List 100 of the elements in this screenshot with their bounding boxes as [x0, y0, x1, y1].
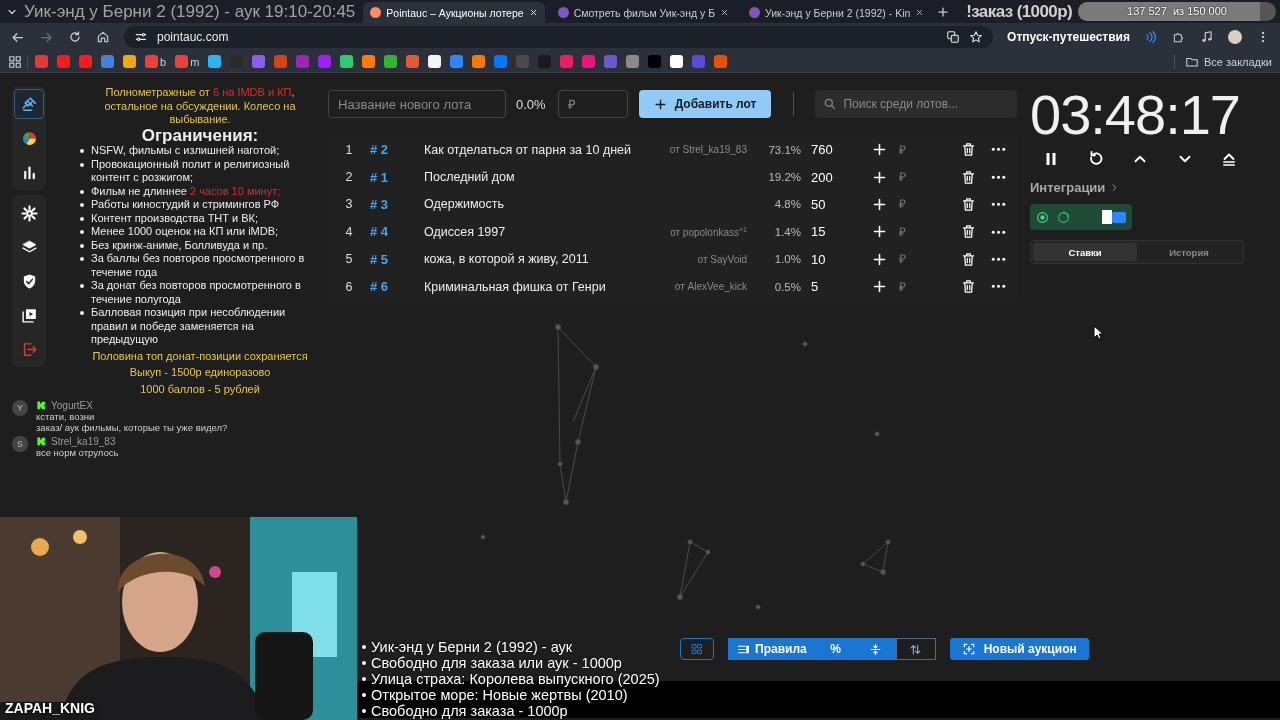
plus-icon: [871, 251, 887, 267]
lot-name: кожа, в которой я живу, 2011: [424, 252, 590, 267]
delete-icon: [960, 279, 976, 295]
bid-amount-field[interactable]: ₽: [893, 276, 933, 297]
plus-icon: [653, 97, 667, 111]
user-avatar: S: [12, 436, 28, 452]
lot-share: 1.4%: [773, 225, 801, 238]
rule-text: За донат без повторов просмотренного в течение полугода: [91, 279, 302, 306]
percent-toggle[interactable]: %: [815, 638, 856, 661]
radio-icon: [1036, 210, 1049, 224]
browser-tab[interactable]: Pointauc – Аукционы лотере: [363, 2, 545, 23]
bullet-icon: [362, 677, 366, 681]
bullet-icon: [80, 230, 84, 234]
lot-amount: 200: [810, 169, 834, 185]
lot-amount: 760: [810, 142, 834, 158]
logo-icon: [1102, 210, 1126, 224]
view-button[interactable]: [680, 638, 714, 661]
music-icon[interactable]: [1200, 30, 1214, 44]
rules-heading: Ограничения:: [140, 128, 260, 142]
lot-share: 73.1%: [767, 143, 801, 156]
extension-icon[interactable]: [1144, 30, 1158, 44]
lot-share: 19.2%: [767, 171, 801, 184]
extension-icon[interactable]: [1172, 30, 1186, 44]
sort-icon: [909, 642, 923, 656]
bullet-icon: [80, 203, 84, 207]
sort-toggle[interactable]: [895, 638, 936, 661]
lot-author: от AlexVee_kick: [674, 281, 747, 293]
browser-tab[interactable]: Уик-энд у Берни 2 (1992) - Kin: [742, 2, 932, 23]
apps-icon[interactable]: [8, 54, 22, 69]
rule-text: Балловая позиция при несоблюдении правил и победе заменяется на предыдущую: [91, 306, 287, 347]
bullet-icon: [362, 693, 366, 697]
home-icon[interactable]: [96, 30, 110, 44]
bid-amount-field[interactable]: ₽: [893, 194, 933, 215]
bid-amount-field[interactable]: ₽: [893, 167, 933, 188]
queue-item: Свободно для заказа или аук - 1000р: [371, 655, 622, 671]
kick-icon: [36, 400, 47, 411]
lot-id: # 3: [369, 196, 390, 212]
add-lot-button[interactable]: Добавить лот: [638, 90, 772, 118]
split-toggle[interactable]: [855, 638, 896, 661]
bookmark-star-icon[interactable]: [969, 30, 984, 44]
bookmark-link[interactable]: b: [143, 53, 169, 70]
rules-intro: Полнометражные от 6 на IMDB и КП, остальное на обсуждении. Колесо на выбывание.: [103, 86, 297, 127]
lot-amount: 5: [810, 279, 820, 295]
close-icon[interactable]: [915, 8, 925, 17]
auction-icon: [20, 95, 38, 113]
sidebar-button[interactable]: [14, 89, 44, 119]
plus-icon: [871, 142, 887, 158]
lot-name-field[interactable]: Название нового лота: [328, 90, 506, 118]
order-label: !заказ (1000р): [966, 1, 1072, 22]
split-icon: [869, 642, 883, 656]
search-icon: [823, 97, 838, 111]
new-tab-icon[interactable]: [937, 5, 950, 18]
rules-note: Половина топ донат-позиции сохраняется: [91, 349, 309, 363]
close-icon[interactable]: [528, 8, 538, 17]
bullet-icon: [362, 645, 366, 649]
user-avatar: Y: [12, 400, 28, 416]
profile-avatar[interactable]: [1228, 30, 1242, 44]
search-field[interactable]: Поиск среди лотов...: [815, 90, 1017, 118]
more-icon: [990, 147, 1006, 152]
all-bookmarks-link[interactable]: Все закладки: [1173, 54, 1272, 69]
close-icon[interactable]: [720, 8, 730, 17]
integrations-link[interactable]: Интеграции: [1030, 180, 1106, 195]
rule-text: За баллы без повторов просмотренного в течение года: [91, 252, 306, 279]
site-settings-icon[interactable]: [134, 30, 148, 44]
new-auction-button[interactable]: Новый аукцион: [949, 638, 1089, 661]
spinner-icon: [1057, 210, 1070, 224]
bid-amount-field[interactable]: ₽: [893, 221, 933, 242]
bullet-icon: [362, 709, 366, 713]
lot-amount: 50: [810, 196, 827, 212]
bid-amount-field[interactable]: ₽: [893, 249, 933, 270]
panel-tab[interactable]: Ставки: [1033, 243, 1137, 261]
plus-icon: [871, 224, 887, 240]
goal-reading: 137 527 из 150 000: [1126, 5, 1228, 17]
rule-text: Менее 1000 оценок на КП или iMDB;: [91, 225, 279, 239]
lot-id: # 2: [369, 142, 390, 158]
plus-icon: [871, 169, 887, 185]
lot-position: 4: [344, 224, 354, 239]
lot-amount-field[interactable]: ₽: [557, 90, 628, 118]
reload-icon[interactable]: [68, 30, 82, 44]
rule-text: Контент производства ТНТ и ВК;: [91, 211, 259, 225]
bid-amount-field[interactable]: ₽: [893, 139, 933, 160]
favicon-icon: [557, 7, 569, 18]
rules-button[interactable]: Правила: [728, 638, 816, 661]
address-bar[interactable]: pointauc.com: [124, 26, 994, 48]
lot-id: # 4: [369, 224, 390, 240]
grid-icon: [691, 643, 703, 656]
integrations-card[interactable]: [1030, 204, 1132, 230]
rules-note: Выкуп - 1500р единоразово: [128, 366, 272, 380]
bookmark-link[interactable]: m: [173, 53, 202, 70]
more-icon: [990, 174, 1006, 180]
panel-tab[interactable]: История: [1137, 243, 1241, 261]
url-text: pointauc.com: [157, 30, 229, 44]
translate-icon[interactable]: [946, 30, 961, 44]
chat-username: YogurtEX: [51, 400, 93, 411]
favicon-icon: [370, 7, 382, 18]
browser-tab[interactable]: Смотреть фильм Уик-энд у Б: [550, 2, 737, 23]
delete-icon: [960, 142, 976, 158]
rule-text: NSFW, фильмы с излишней наготой;: [91, 144, 280, 158]
rule-text: Работы киностудий и стримингов РФ: [91, 198, 280, 212]
stream-title: Уик-энд у Берни 2 (1992) - аук 19:10-20:45: [24, 1, 356, 22]
